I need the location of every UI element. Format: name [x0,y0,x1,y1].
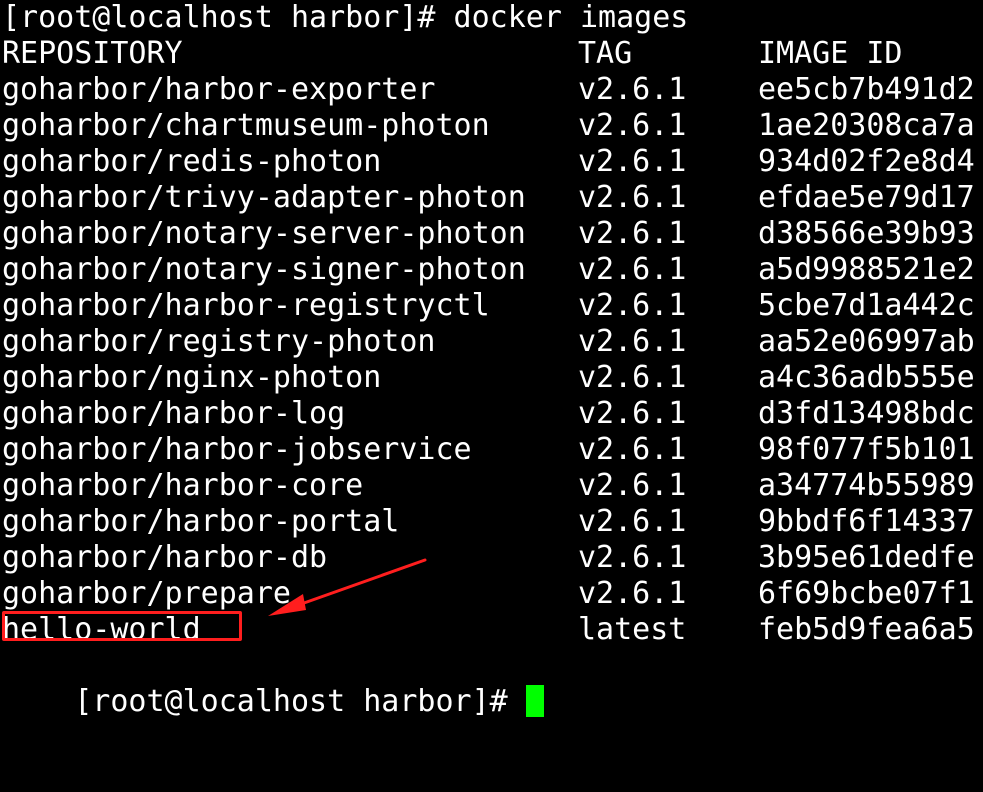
table-row: goharbor/chartmuseum-photon v2.6.1 1ae20… [2,108,975,144]
row-repository: goharbor/harbor-core [2,468,364,503]
command-line: [root@localhost harbor]# docker images [2,0,689,35]
prompt-line[interactable]: [root@localhost harbor]# [2,648,544,719]
row-tag: v2.6.1 [578,540,687,575]
row-repository: hello-world [2,612,201,647]
row-image-id: 1ae20308ca7a [758,108,975,143]
row-tag: latest [578,612,687,647]
row-tag: v2.6.1 [578,216,687,251]
table-row: goharbor/notary-signer-photon v2.6.1 a5d… [2,252,975,288]
row-tag: v2.6.1 [578,576,687,611]
row-repository: goharbor/harbor-jobservice [2,432,472,467]
row-repository: goharbor/harbor-exporter [2,72,436,107]
row-tag: v2.6.1 [578,72,687,107]
row-image-id: a34774b55989 [758,468,975,503]
table-header: REPOSITORY TAG IMAGE ID [2,36,903,72]
row-image-id: a4c36adb555e [758,360,975,395]
row-image-id: 934d02f2e8d4 [758,144,975,179]
row-repository: goharbor/nginx-photon [2,360,382,395]
prompt-text: [root@localhost harbor]# [74,684,508,719]
table-row: goharbor/nginx-photon v2.6.1 a4c36adb555… [2,360,975,396]
table-row: goharbor/prepare v2.6.1 6f69bcbe07f1 [2,576,975,612]
table-row: goharbor/redis-photon v2.6.1 934d02f2e8d… [2,144,975,180]
row-image-id: 98f077f5b101 [758,432,975,467]
row-tag: v2.6.1 [578,324,687,359]
row-image-id: d38566e39b93 [758,216,975,251]
row-repository: goharbor/registry-photon [2,324,436,359]
row-tag: v2.6.1 [578,432,687,467]
row-image-id: d3fd13498bdc [758,396,975,431]
row-repository: goharbor/harbor-log [2,396,346,431]
row-image-id: 9bbdf6f14337 [758,504,975,539]
row-repository: goharbor/harbor-db [2,540,328,575]
row-image-id: 6f69bcbe07f1 [758,576,975,611]
row-tag: v2.6.1 [578,288,687,323]
row-repository: goharbor/trivy-adapter-photon [2,180,526,215]
row-image-id: efdae5e79d17 [758,180,975,215]
table-row-highlighted: hello-world latest feb5d9fea6a5 [2,612,975,648]
row-repository: goharbor/notary-signer-photon [2,252,526,287]
row-image-id: 5cbe7d1a442c [758,288,975,323]
row-repository: goharbor/prepare [2,576,291,611]
row-repository: goharbor/chartmuseum-photon [2,108,490,143]
row-tag: v2.6.1 [578,252,687,287]
table-row: goharbor/harbor-core v2.6.1 a34774b55989 [2,468,975,504]
table-row: goharbor/trivy-adapter-photon v2.6.1 efd… [2,180,975,216]
header-tag: TAG [578,36,633,71]
row-image-id: a5d9988521e2 [758,252,975,287]
terminal-cursor [525,685,544,717]
table-row: goharbor/registry-photon v2.6.1 aa52e069… [2,324,975,360]
row-repository: goharbor/harbor-portal [2,504,400,539]
table-row: goharbor/harbor-exporter v2.6.1 ee5cb7b4… [2,72,975,108]
table-row: goharbor/harbor-db v2.6.1 3b95e61dedfe [2,540,975,576]
row-repository: goharbor/notary-server-photon [2,216,526,251]
table-row: goharbor/harbor-log v2.6.1 d3fd13498bdc [2,396,975,432]
row-tag: v2.6.1 [578,468,687,503]
row-tag: v2.6.1 [578,144,687,179]
row-tag: v2.6.1 [578,360,687,395]
row-tag: v2.6.1 [578,504,687,539]
table-row: goharbor/harbor-portal v2.6.1 9bbdf6f143… [2,504,975,540]
row-tag: v2.6.1 [578,396,687,431]
row-image-id: aa52e06997ab [758,324,975,359]
row-image-id: 3b95e61dedfe [758,540,975,575]
row-image-id: ee5cb7b491d2 [758,72,975,107]
table-row: goharbor/harbor-registryctl v2.6.1 5cbe7… [2,288,975,324]
header-image-id: IMAGE ID [758,36,903,71]
row-repository: goharbor/harbor-registryctl [2,288,490,323]
header-repository: REPOSITORY [2,36,183,71]
row-repository: goharbor/redis-photon [2,144,382,179]
row-tag: v2.6.1 [578,108,687,143]
table-row: goharbor/harbor-jobservice v2.6.1 98f077… [2,432,975,468]
terminal-window[interactable]: [root@localhost harbor]# docker images R… [2,0,983,719]
table-row: goharbor/notary-server-photon v2.6.1 d38… [2,216,975,252]
row-tag: v2.6.1 [578,180,687,215]
row-image-id: feb5d9fea6a5 [758,612,975,647]
